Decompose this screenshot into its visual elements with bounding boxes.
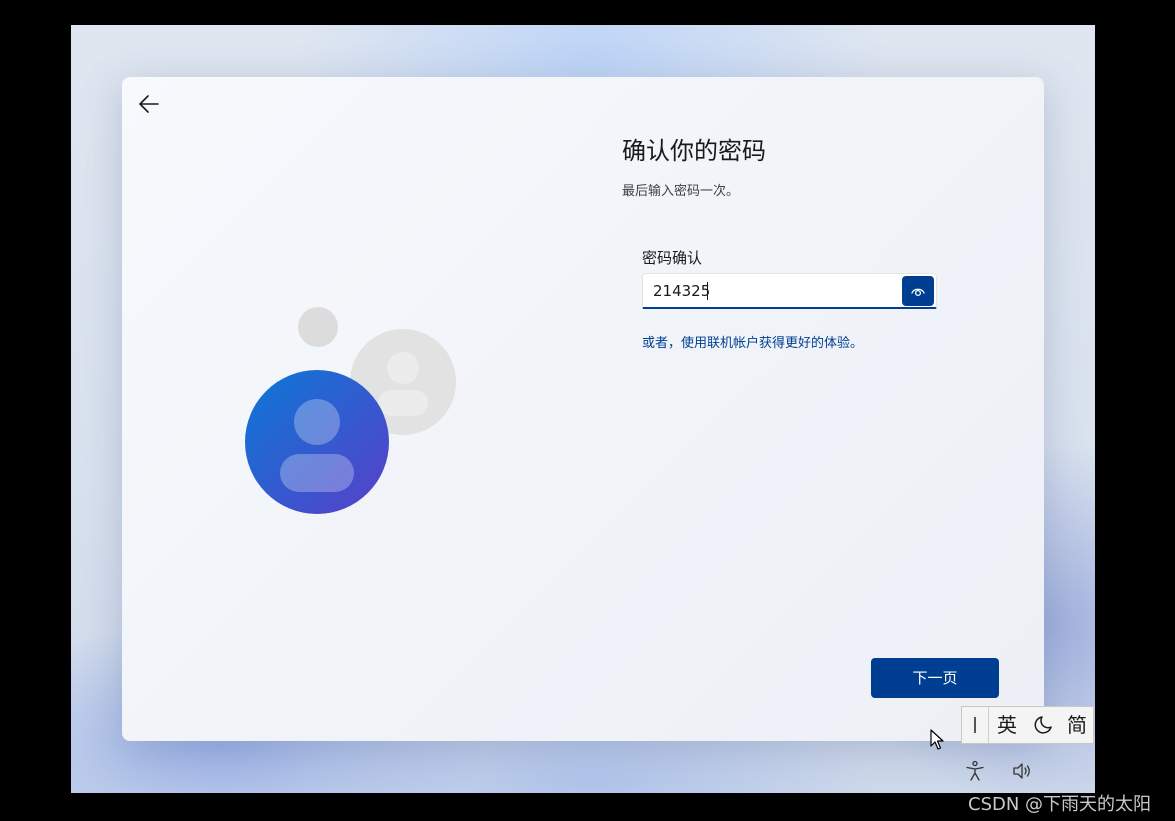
user-avatars-icon: [242, 302, 462, 522]
password-confirm-field[interactable]: [642, 273, 937, 309]
ime-drag-handle[interactable]: [962, 707, 989, 743]
text-caret: [707, 282, 708, 300]
page-subtitle: 最后输入密码一次。: [622, 184, 740, 199]
moon-icon[interactable]: [1028, 707, 1058, 743]
volume-icon[interactable]: [1011, 760, 1035, 782]
page-title: 确认你的密码: [622, 137, 766, 165]
back-arrow-icon[interactable]: [136, 91, 162, 117]
eye-icon[interactable]: [902, 276, 934, 306]
password-confirm-input[interactable]: [643, 274, 901, 308]
ime-script-toggle[interactable]: 简: [1062, 707, 1092, 743]
setup-card: 确认你的密码 最后输入密码一次。 密码确认 或者，使用联机帐户获得更好的体验。 …: [122, 77, 1044, 750]
watermark: CSDN @下雨天的太阳: [968, 794, 1152, 815]
oobe-screen: 确认你的密码 最后输入密码一次。 密码确认 或者，使用联机帐户获得更好的体验。 …: [71, 25, 1095, 793]
accessibility-icon[interactable]: [963, 760, 987, 782]
ime-toolbar: 英 简: [961, 706, 1094, 744]
online-account-link[interactable]: 或者，使用联机帐户获得更好的体验。: [642, 332, 863, 351]
next-button[interactable]: 下一页: [871, 658, 999, 698]
ime-language-toggle[interactable]: 英: [992, 707, 1022, 743]
mouse-pointer-icon: [930, 729, 946, 751]
password-confirm-label: 密码确认: [642, 249, 703, 267]
